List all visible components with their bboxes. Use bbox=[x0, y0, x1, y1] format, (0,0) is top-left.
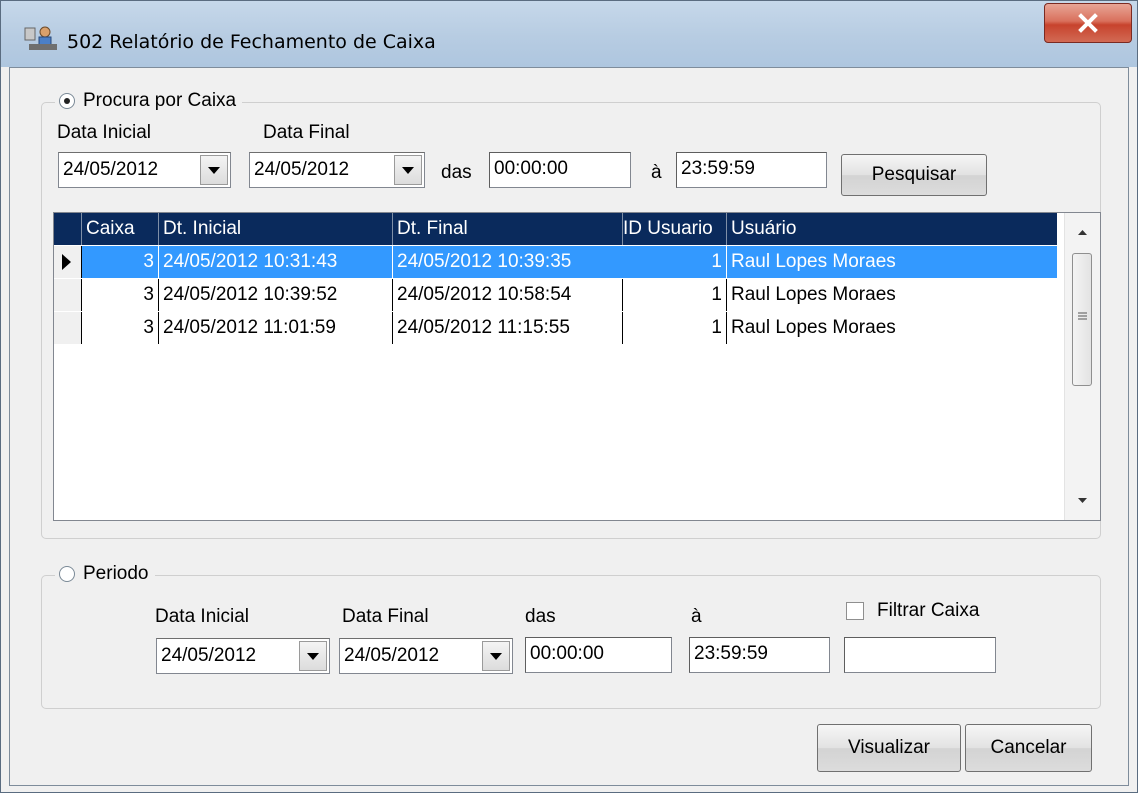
cell-dt-final[interactable]: 24/05/2012 10:58:54 bbox=[393, 279, 623, 311]
pesquisar-button[interactable]: Pesquisar bbox=[841, 154, 987, 196]
periodo-hora-inicial-field[interactable]: 00:00:00 bbox=[525, 637, 672, 673]
column-header-usuario[interactable]: Usuário bbox=[727, 213, 1057, 245]
row-indicator bbox=[54, 246, 82, 278]
results-grid[interactable]: Caixa Dt. Inicial Dt. Final ID Usuario U… bbox=[53, 212, 1101, 521]
app-icon bbox=[24, 26, 57, 50]
data-final-value: 24/05/2012 bbox=[254, 159, 350, 180]
cell-caixa[interactable]: 3 bbox=[82, 312, 159, 344]
title-bar[interactable]: 502 Relatório de Fechamento de Caixa bbox=[1, 1, 1137, 67]
chevron-down-icon[interactable] bbox=[200, 155, 228, 185]
table-row[interactable]: 3 24/05/2012 10:31:43 24/05/2012 10:39:3… bbox=[54, 246, 1057, 278]
cell-id-usuario[interactable]: 1 bbox=[619, 246, 727, 278]
periodo-data-inicial-value: 24/05/2012 bbox=[161, 645, 257, 666]
data-inicial-combo[interactable]: 24/05/2012 bbox=[58, 152, 231, 188]
close-button[interactable] bbox=[1044, 3, 1132, 43]
periodo-hora-final-field[interactable]: 23:59:59 bbox=[689, 637, 830, 673]
cell-dt-inicial[interactable]: 24/05/2012 10:31:43 bbox=[159, 246, 393, 278]
grid-header: Caixa Dt. Inicial Dt. Final ID Usuario U… bbox=[54, 213, 1057, 245]
periodo-data-final-value: 24/05/2012 bbox=[344, 645, 440, 666]
periodo-das-label: das bbox=[525, 606, 556, 627]
hora-final-value: 23:59:59 bbox=[681, 158, 755, 179]
data-inicial-value: 24/05/2012 bbox=[63, 159, 159, 180]
radio-periodo[interactable]: Periodo bbox=[55, 563, 155, 585]
periodo-data-inicial-combo[interactable]: 24/05/2012 bbox=[156, 638, 330, 674]
table-row[interactable]: 3 24/05/2012 11:01:59 24/05/2012 11:15:5… bbox=[54, 312, 1057, 344]
periodo-a-label: à bbox=[691, 606, 702, 627]
close-icon bbox=[1078, 13, 1098, 33]
table-row[interactable]: 3 24/05/2012 10:39:52 24/05/2012 10:58:5… bbox=[54, 279, 1057, 311]
filtrar-caixa-checkbox[interactable] bbox=[846, 602, 864, 620]
window-title: 502 Relatório de Fechamento de Caixa bbox=[67, 31, 436, 53]
row-indicator bbox=[54, 279, 82, 311]
das-label: das bbox=[441, 162, 472, 183]
column-header-id-usuario[interactable]: ID Usuario bbox=[619, 213, 727, 245]
column-header-dt-final[interactable]: Dt. Final bbox=[393, 213, 623, 245]
scroll-up-icon[interactable] bbox=[1065, 213, 1100, 249]
radio-procura-por-caixa[interactable]: Procura por Caixa bbox=[55, 90, 243, 112]
data-final-combo[interactable]: 24/05/2012 bbox=[249, 152, 425, 188]
visualizar-button[interactable]: Visualizar bbox=[817, 724, 961, 772]
hora-inicial-value: 00:00:00 bbox=[494, 158, 568, 179]
filtrar-caixa-label: Filtrar Caixa bbox=[877, 600, 980, 621]
cell-caixa[interactable]: 3 bbox=[82, 279, 159, 311]
cancelar-button[interactable]: Cancelar bbox=[965, 724, 1092, 772]
periodo-hora-final-value: 23:59:59 bbox=[694, 643, 768, 664]
periodo-hora-inicial-value: 00:00:00 bbox=[530, 643, 604, 664]
periodo-data-inicial-label: Data Inicial bbox=[155, 606, 249, 627]
column-header-dt-inicial[interactable]: Dt. Inicial bbox=[159, 213, 393, 245]
hora-final-field[interactable]: 23:59:59 bbox=[676, 152, 827, 188]
dialog-window: 502 Relatório de Fechamento de Caixa Pro… bbox=[0, 0, 1138, 793]
chevron-down-icon[interactable] bbox=[482, 641, 510, 671]
chevron-down-icon[interactable] bbox=[299, 641, 327, 671]
periodo-data-final-combo[interactable]: 24/05/2012 bbox=[339, 638, 513, 674]
a-label: à bbox=[651, 162, 662, 183]
cell-dt-final[interactable]: 24/05/2012 11:15:55 bbox=[393, 312, 623, 344]
cell-caixa[interactable]: 3 bbox=[82, 246, 159, 278]
cell-id-usuario[interactable]: 1 bbox=[619, 279, 727, 311]
scroll-thumb[interactable] bbox=[1072, 253, 1092, 386]
cell-id-usuario[interactable]: 1 bbox=[619, 312, 727, 344]
row-indicator bbox=[54, 312, 82, 344]
vertical-scrollbar[interactable] bbox=[1064, 213, 1100, 520]
hora-inicial-field[interactable]: 00:00:00 bbox=[489, 152, 631, 188]
cell-usuario[interactable]: Raul Lopes Moraes bbox=[727, 279, 1057, 311]
header-indicator bbox=[54, 213, 82, 245]
cell-usuario[interactable]: Raul Lopes Moraes bbox=[727, 312, 1057, 344]
cell-dt-inicial[interactable]: 24/05/2012 10:39:52 bbox=[159, 279, 393, 311]
scroll-down-icon[interactable] bbox=[1065, 484, 1100, 520]
column-header-caixa[interactable]: Caixa bbox=[82, 213, 159, 245]
grip-icon bbox=[1078, 312, 1087, 320]
radio-unselected-icon[interactable] bbox=[59, 566, 75, 582]
chevron-down-icon[interactable] bbox=[394, 155, 422, 185]
periodo-data-final-label: Data Final bbox=[342, 606, 429, 627]
cell-dt-inicial[interactable]: 24/05/2012 11:01:59 bbox=[159, 312, 393, 344]
data-final-label: Data Final bbox=[263, 122, 350, 143]
radio-periodo-label: Periodo bbox=[83, 563, 149, 584]
current-row-arrow-icon bbox=[62, 254, 71, 270]
cell-usuario[interactable]: Raul Lopes Moraes bbox=[727, 246, 1057, 278]
data-inicial-label: Data Inicial bbox=[57, 122, 151, 143]
cell-dt-final[interactable]: 24/05/2012 10:39:35 bbox=[393, 246, 623, 278]
radio-selected-icon[interactable] bbox=[59, 93, 75, 109]
radio-procura-label: Procura por Caixa bbox=[83, 90, 237, 111]
caixa-field[interactable] bbox=[844, 637, 996, 673]
